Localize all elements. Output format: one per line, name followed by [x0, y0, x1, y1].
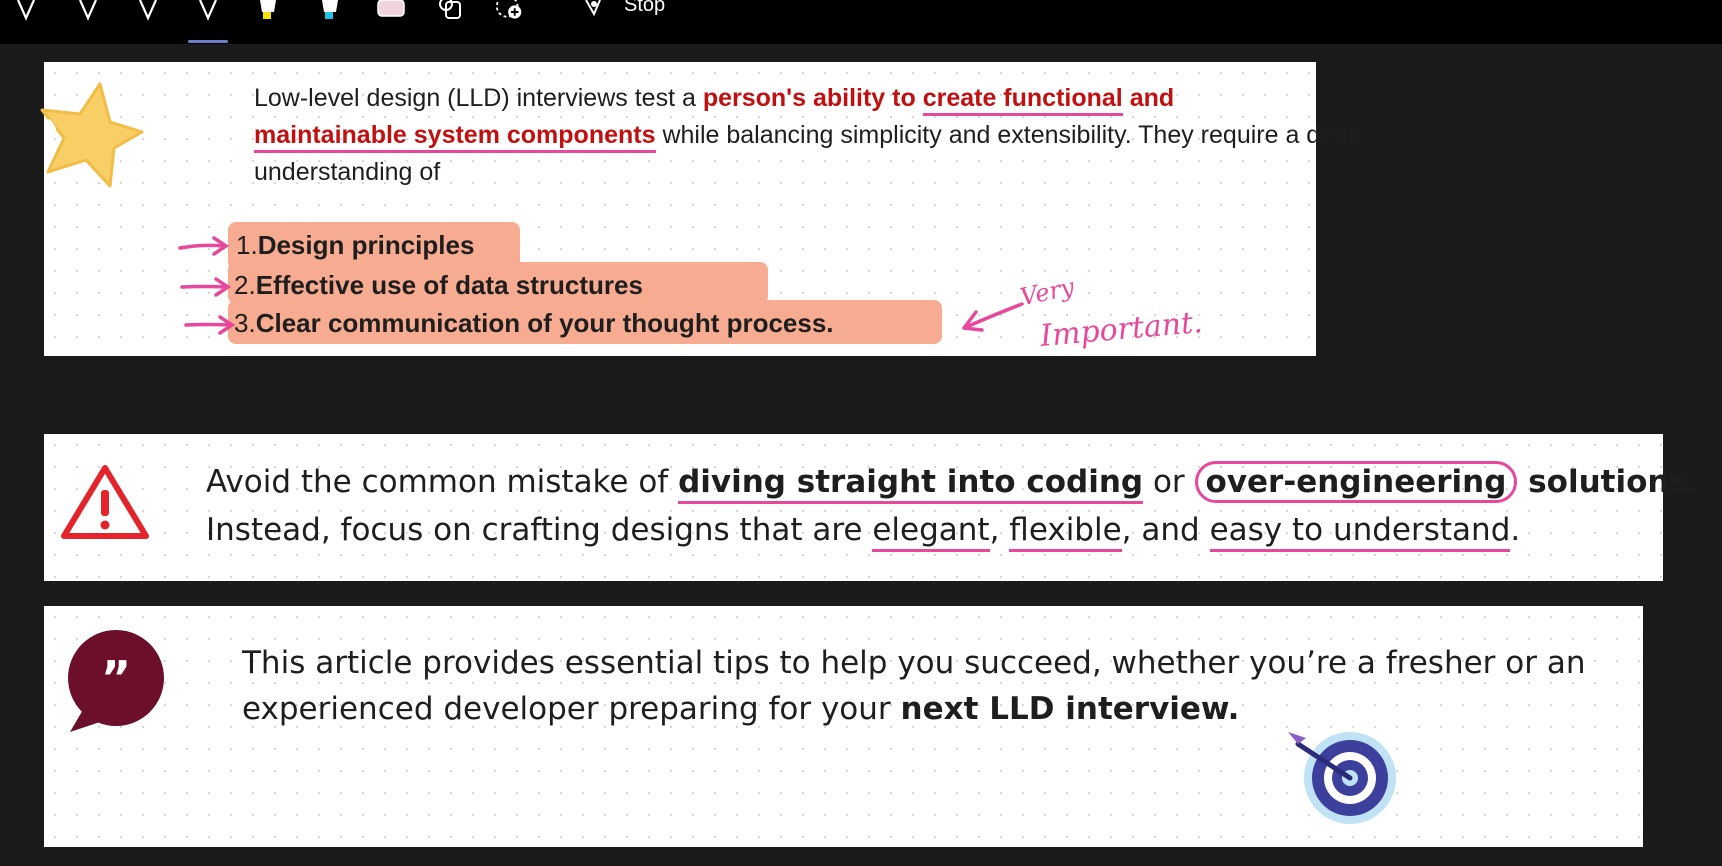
active-tool-indicator: [188, 40, 228, 43]
shapes-icon[interactable]: [436, 0, 468, 24]
list-item-label: Effective use of data structures: [255, 270, 643, 300]
arrow-right-icon: [184, 314, 236, 340]
intro-highlight: person's ability to: [702, 84, 923, 112]
list-item: 1.Design principles: [236, 230, 474, 261]
summary-line2: experienced developer preparing for your: [242, 691, 901, 727]
highlighter-cyan-icon[interactable]: [314, 0, 346, 24]
intro-highlight-underlined-2: maintainable system components: [254, 121, 656, 153]
warning-text-line2: Instead, focus on crafting designs that …: [206, 512, 873, 548]
target-icon: [1280, 722, 1400, 836]
eraser-icon[interactable]: [374, 0, 406, 24]
warning-emphasis-overengineering: over-engineering: [1194, 461, 1518, 503]
intro-text-start: Low-level design (LLD) interviews test a: [254, 84, 703, 112]
handwritten-note-line1: Very: [1017, 272, 1077, 312]
quality-easy-to-understand: easy to understand: [1209, 512, 1511, 552]
article-summary-card: ” This article provides essential tips t…: [44, 606, 1643, 847]
pen-icon[interactable]: [132, 0, 164, 24]
summary-text: This article provides essential tips to …: [242, 640, 1642, 732]
star-icon: [38, 80, 146, 194]
intro-highlight-underlined: create functional: [922, 84, 1123, 116]
quality-elegant: elegant: [872, 512, 990, 552]
laser-pointer-icon[interactable]: [580, 0, 612, 24]
lld-intro-card: Low-level design (LLD) interviews test a…: [40, 62, 1362, 356]
arrow-left-icon: [956, 298, 1026, 342]
period: .: [1510, 512, 1521, 548]
warning-card: Avoid the common mistake of diving strai…: [44, 434, 1700, 581]
list-item: 3.Clear communication of your thought pr…: [234, 308, 834, 339]
warning-text-start: Avoid the common mistake of: [206, 464, 679, 500]
arrow-right-icon: [180, 276, 232, 302]
warning-icon: [60, 462, 150, 546]
arrow-right-icon: [178, 236, 230, 262]
list-item-label: Clear communication of your thought proc…: [255, 308, 834, 338]
intro-paragraph: Low-level design (LLD) interviews test a…: [254, 80, 1364, 191]
pen-icon[interactable]: [10, 0, 42, 24]
list-item-number: 1.: [236, 230, 258, 260]
handwritten-note-line2: Important.: [1038, 304, 1204, 355]
list-item-number: 3.: [234, 308, 256, 338]
summary-emphasis: next LLD interview.: [900, 691, 1240, 727]
warning-emphasis-coding: diving straight into coding: [678, 464, 1144, 504]
warning-text: Avoid the common mistake of diving strai…: [206, 458, 1700, 554]
quote-bubble-icon: ”: [62, 628, 166, 742]
list-item-number: 2.: [234, 270, 256, 300]
quality-flexible: flexible: [1009, 512, 1122, 552]
warning-text-or: or: [1143, 464, 1195, 500]
warning-text-solutions: solutions.: [1517, 464, 1700, 500]
list-item: 2.Effective use of data structures: [234, 270, 643, 301]
pen-icon[interactable]: [192, 0, 224, 24]
pen-icon[interactable]: [72, 0, 104, 24]
separator: , and: [1121, 512, 1210, 548]
lasso-add-icon[interactable]: [494, 0, 526, 24]
summary-line1: This article provides essential tips to …: [242, 645, 1586, 681]
highlighter-yellow-icon[interactable]: [252, 0, 284, 24]
drawing-toolbar: Stop: [0, 0, 1722, 44]
separator: ,: [989, 512, 1010, 548]
list-item-label: Design principles: [257, 230, 475, 260]
svg-text:”: ”: [101, 651, 131, 705]
stop-button[interactable]: Stop: [624, 0, 665, 17]
intro-highlight-and: and: [1122, 84, 1175, 112]
